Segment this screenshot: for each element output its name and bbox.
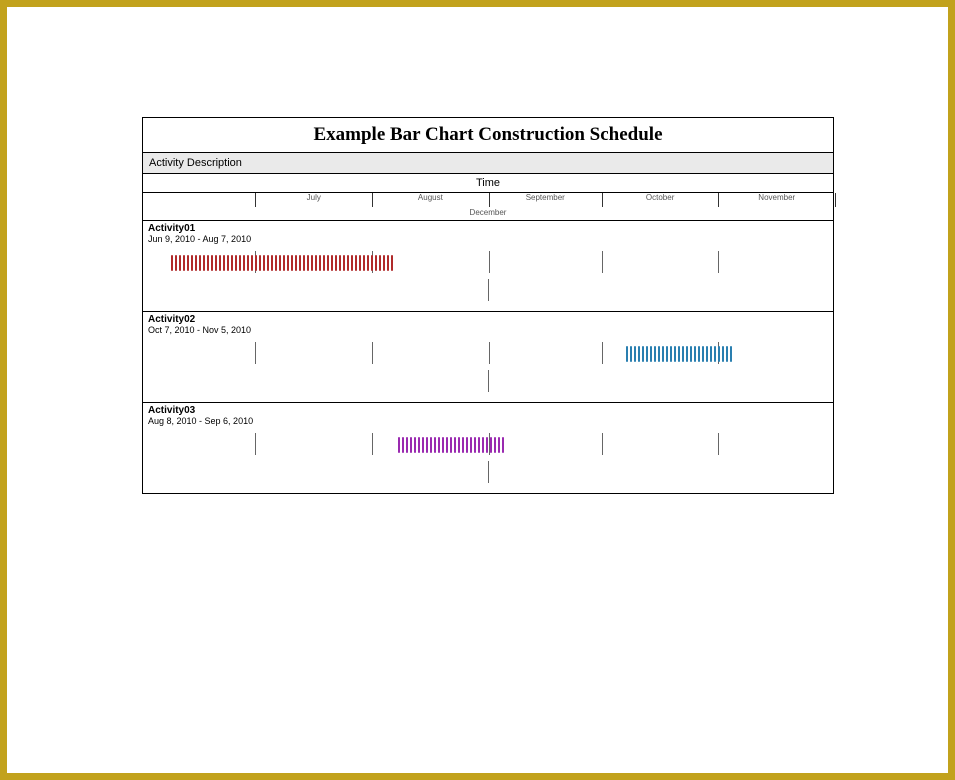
activity-head: Activity03Aug 8, 2010 - Sep 6, 2010 [143, 403, 833, 427]
gantt-bar [626, 346, 736, 362]
activity-head: Activity02Oct 7, 2010 - Nov 5, 2010 [143, 312, 833, 336]
axis-tick [602, 433, 603, 455]
activity-name: Activity03 [148, 405, 828, 416]
axis-tick [255, 433, 256, 455]
month-label: September [489, 193, 602, 202]
time-header: Time [143, 174, 833, 193]
activity-name: Activity02 [148, 314, 828, 325]
month-axis: JulyAugustSeptemberOctoberNovember Decem… [143, 193, 833, 221]
axis-tick [489, 342, 490, 364]
activity-date-range: Aug 8, 2010 - Sep 6, 2010 [148, 416, 828, 426]
activity-name: Activity01 [148, 223, 828, 234]
activity-head: Activity01Jun 9, 2010 - Aug 7, 2010 [143, 221, 833, 245]
axis-tick [489, 251, 490, 273]
month-label-overflow: December [143, 207, 833, 218]
gantt-bar [398, 437, 508, 453]
activity-timeline [143, 427, 833, 493]
activity-date-range: Oct 7, 2010 - Nov 5, 2010 [148, 325, 828, 335]
axis-tick [718, 251, 719, 273]
activity-description-header: Activity Description [143, 153, 833, 174]
month-label: October [602, 193, 719, 202]
schedule-sheet: Example Bar Chart Construction Schedule … [142, 117, 834, 494]
activity-row: Activity01Jun 9, 2010 - Aug 7, 2010 [143, 221, 833, 312]
gantt-bar [171, 255, 399, 271]
activity-timeline [143, 245, 833, 311]
axis-tick [602, 342, 603, 364]
month-label: August [372, 193, 489, 202]
activity-row: Activity03Aug 8, 2010 - Sep 6, 2010 [143, 403, 833, 493]
axis-tick [255, 342, 256, 364]
axis-tick [718, 433, 719, 455]
chart-title: Example Bar Chart Construction Schedule [143, 118, 833, 153]
axis-mid-tick [488, 279, 489, 301]
month-label: November [718, 193, 835, 202]
axis-tick [372, 342, 373, 364]
axis-tick [602, 251, 603, 273]
month-label: July [255, 193, 372, 202]
activity-row: Activity02Oct 7, 2010 - Nov 5, 2010 [143, 312, 833, 403]
activity-date-range: Jun 9, 2010 - Aug 7, 2010 [148, 234, 828, 244]
page-frame: Example Bar Chart Construction Schedule … [0, 0, 955, 780]
axis-tick [372, 433, 373, 455]
axis-mid-tick [488, 370, 489, 392]
activity-timeline [143, 336, 833, 402]
axis-mid-tick [488, 461, 489, 483]
month-divider [835, 193, 836, 207]
